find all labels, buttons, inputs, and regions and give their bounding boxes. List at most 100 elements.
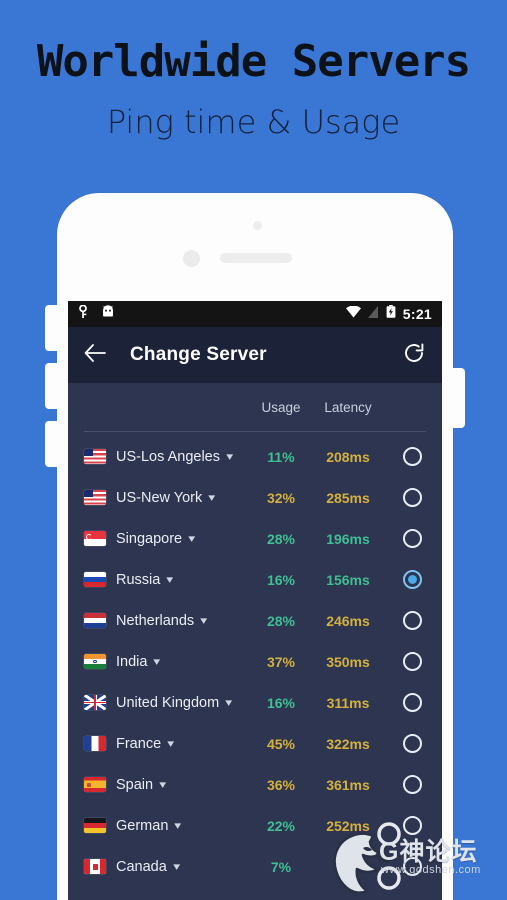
volume-down-button[interactable] bbox=[45, 363, 59, 409]
flag-icon bbox=[84, 531, 106, 546]
status-bar-clock: 5:21 bbox=[402, 306, 432, 322]
column-header-usage: Usage bbox=[261, 399, 301, 415]
battery-charging-icon bbox=[386, 305, 396, 323]
server-name: India bbox=[116, 653, 148, 670]
table-row[interactable]: Russia ▾ 16% 156ms bbox=[84, 559, 426, 600]
server-radio[interactable] bbox=[384, 857, 426, 876]
usage-value: 28% bbox=[266, 612, 296, 629]
table-row[interactable]: United Kingdom ▾ 16% 311ms bbox=[84, 682, 426, 723]
status-bar: 5:21 bbox=[68, 301, 442, 327]
server-radio[interactable] bbox=[384, 816, 426, 835]
flag-icon bbox=[84, 572, 106, 587]
flag-icon bbox=[84, 654, 106, 669]
key-icon bbox=[78, 304, 88, 324]
refresh-icon[interactable] bbox=[402, 341, 426, 370]
server-name: United Kingdom bbox=[116, 694, 220, 711]
mute-button[interactable] bbox=[45, 421, 59, 467]
proximity-sensor bbox=[253, 221, 262, 230]
usage-value: 45% bbox=[266, 735, 296, 752]
latency-value: 208ms bbox=[326, 448, 370, 465]
latency-value: 196ms bbox=[326, 530, 370, 547]
chevron-down-icon[interactable]: ▾ bbox=[167, 737, 174, 750]
chevron-down-icon[interactable]: ▾ bbox=[209, 491, 216, 504]
table-row[interactable]: Canada ▾ 7% bbox=[84, 846, 426, 887]
column-header-latency: Latency bbox=[324, 399, 372, 415]
server-radio[interactable] bbox=[384, 529, 426, 548]
server-radio[interactable] bbox=[384, 488, 426, 507]
chevron-down-icon[interactable]: ▾ bbox=[154, 655, 161, 668]
flag-icon bbox=[84, 777, 106, 792]
chevron-down-icon[interactable]: ▾ bbox=[173, 860, 180, 873]
back-arrow-icon[interactable] bbox=[84, 343, 106, 367]
chevron-down-icon[interactable]: ▾ bbox=[226, 450, 233, 463]
usage-value: 36% bbox=[266, 776, 296, 793]
promo-subtitle: Ping time & Usage bbox=[106, 103, 401, 141]
usage-value: 32% bbox=[266, 489, 296, 506]
chevron-down-icon[interactable]: ▾ bbox=[188, 532, 195, 545]
flag-icon bbox=[84, 818, 106, 833]
server-name: Russia bbox=[116, 571, 161, 588]
volume-up-button[interactable] bbox=[45, 305, 59, 351]
flag-icon bbox=[84, 736, 106, 751]
front-camera bbox=[183, 250, 200, 267]
server-name: Spain bbox=[116, 776, 154, 793]
server-radio[interactable] bbox=[384, 611, 426, 630]
table-row[interactable]: Spain ▾ 36% 361ms bbox=[84, 764, 426, 805]
latency-value: 311ms bbox=[326, 694, 370, 711]
server-name: US-New York bbox=[116, 489, 203, 506]
header-divider bbox=[84, 431, 426, 432]
latency-value: 350ms bbox=[326, 653, 370, 670]
latency-value: 322ms bbox=[326, 735, 370, 752]
server-name: Netherlands bbox=[116, 612, 195, 629]
server-name: German bbox=[116, 817, 169, 834]
page-title: Change Server bbox=[130, 344, 267, 365]
server-radio[interactable] bbox=[384, 447, 426, 466]
flag-icon bbox=[84, 695, 106, 710]
server-radio[interactable] bbox=[384, 570, 426, 589]
server-list[interactable]: Usage Latency US-Los Angeles ▾ 11% 208ms US-… bbox=[68, 383, 442, 900]
server-radio[interactable] bbox=[384, 775, 426, 794]
usage-value: 11% bbox=[267, 448, 295, 465]
usage-value: 7% bbox=[270, 858, 292, 875]
latency-value: 361ms bbox=[326, 776, 370, 793]
latency-value: 252ms bbox=[326, 817, 370, 834]
latency-value: 285ms bbox=[326, 489, 370, 506]
usage-value: 16% bbox=[266, 571, 296, 588]
table-row[interactable]: US-New York ▾ 32% 285ms bbox=[84, 477, 426, 518]
server-radio[interactable] bbox=[384, 734, 426, 753]
app-bar: Change Server bbox=[68, 327, 442, 383]
chevron-down-icon[interactable]: ▾ bbox=[225, 696, 232, 709]
latency-value: 246ms bbox=[326, 612, 370, 629]
promo-title: Worldwide Servers bbox=[36, 36, 471, 87]
earpiece-speaker bbox=[220, 253, 292, 263]
table-row[interactable]: Netherlands ▾ 28% 246ms bbox=[84, 600, 426, 641]
usage-value: 16% bbox=[266, 694, 296, 711]
server-name: Singapore bbox=[116, 530, 183, 547]
flag-icon bbox=[84, 490, 106, 505]
phone-mockup: 5:21 Change Server Usage Latency US-Los … bbox=[45, 193, 465, 900]
chevron-down-icon[interactable]: ▾ bbox=[167, 573, 174, 586]
table-row[interactable]: France ▾ 45% 322ms bbox=[84, 723, 426, 764]
android-robot-icon bbox=[101, 305, 115, 323]
flag-icon bbox=[84, 859, 106, 874]
flag-icon bbox=[84, 613, 106, 628]
server-radio[interactable] bbox=[384, 652, 426, 671]
power-button[interactable] bbox=[451, 368, 465, 428]
wifi-icon bbox=[345, 305, 361, 323]
signal-icon bbox=[367, 305, 379, 323]
chevron-down-icon[interactable]: ▾ bbox=[200, 614, 207, 627]
usage-value: 28% bbox=[266, 530, 296, 547]
table-row[interactable]: India ▾ 37% 350ms bbox=[84, 641, 426, 682]
chevron-down-icon[interactable]: ▾ bbox=[175, 819, 182, 832]
table-row[interactable]: US-Los Angeles ▾ 11% 208ms bbox=[84, 436, 426, 477]
usage-value: 37% bbox=[266, 653, 296, 670]
server-name: France bbox=[116, 735, 162, 752]
server-radio[interactable] bbox=[384, 693, 426, 712]
server-name: US-Los Angeles bbox=[116, 448, 220, 465]
table-row[interactable]: German ▾ 22% 252ms bbox=[84, 805, 426, 846]
chevron-down-icon[interactable]: ▾ bbox=[159, 778, 166, 791]
table-row[interactable]: Singapore ▾ 28% 196ms bbox=[84, 518, 426, 559]
usage-value: 22% bbox=[266, 817, 296, 834]
promo-header: Worldwide Servers Ping time & Usage bbox=[0, 0, 507, 190]
server-name: Canada bbox=[116, 858, 167, 875]
